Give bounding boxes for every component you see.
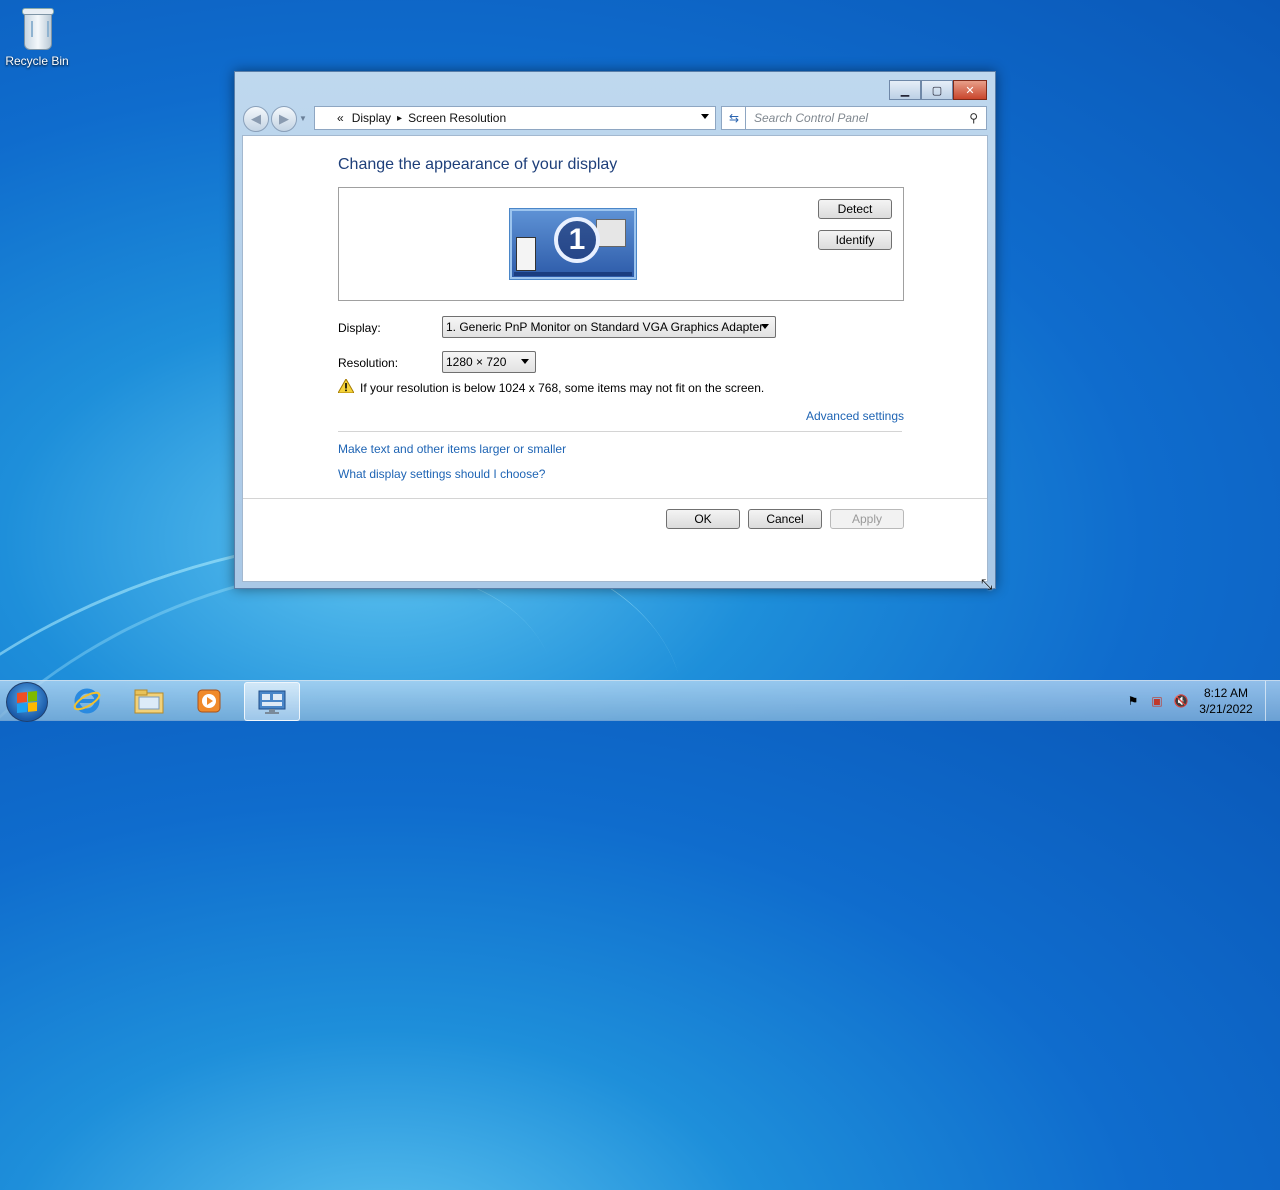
address-bar[interactable]: « Display ▸ Screen Resolution bbox=[314, 106, 716, 130]
resolution-select-value: 1280 × 720 bbox=[446, 355, 507, 369]
search-box[interactable]: Search Control Panel ⚲ bbox=[745, 106, 987, 130]
window-controls: ▁ ▢ ✕ bbox=[889, 80, 987, 100]
monitor-number: 1 bbox=[554, 217, 600, 263]
recycle-bin-shortcut[interactable]: Recycle Bin bbox=[4, 6, 70, 68]
taskbar-file-explorer[interactable] bbox=[122, 682, 176, 719]
display-help-link[interactable]: What display settings should I choose? bbox=[338, 467, 545, 481]
maximize-button[interactable]: ▢ bbox=[921, 80, 953, 100]
close-button[interactable]: ✕ bbox=[953, 80, 987, 100]
windows-logo-icon bbox=[17, 690, 37, 714]
page-title: Change the appearance of your display bbox=[338, 156, 618, 173]
resize-cursor-icon: ⤡ bbox=[981, 576, 993, 592]
display-select-value: 1. Generic PnP Monitor on Standard VGA G… bbox=[446, 320, 764, 334]
warning-icon bbox=[338, 379, 354, 393]
advanced-settings-link[interactable]: Advanced settings bbox=[806, 409, 904, 423]
display-label: Display: bbox=[338, 321, 381, 335]
start-button[interactable] bbox=[6, 682, 48, 722]
navigation-bar: ◀ ▶ ▼ « Display ▸ Screen Resolution ⇆ Se… bbox=[243, 105, 987, 132]
chevron-down-icon bbox=[761, 324, 769, 329]
folder-icon bbox=[134, 689, 164, 713]
chevron-down-icon: ▼ bbox=[299, 114, 307, 123]
resolution-select[interactable]: 1280 × 720 bbox=[442, 351, 536, 373]
breadcrumb-display[interactable]: Display bbox=[352, 111, 391, 125]
taskbar: ⚑ ▣ 🔇 8:12 AM 3/21/2022 bbox=[0, 680, 1280, 722]
arrow-left-icon: ◀ bbox=[251, 111, 261, 126]
taskbar-internet-explorer[interactable] bbox=[60, 682, 114, 719]
refresh-icon: ⇆ bbox=[728, 111, 740, 125]
cancel-button[interactable]: Cancel bbox=[748, 509, 822, 529]
media-player-icon bbox=[197, 689, 221, 712]
volume-muted-icon[interactable]: 🔇 bbox=[1171, 691, 1191, 711]
display-select[interactable]: 1. Generic PnP Monitor on Standard VGA G… bbox=[442, 316, 776, 338]
recycle-bin-label: Recycle Bin bbox=[5, 54, 69, 68]
taskbar-media-player[interactable] bbox=[182, 682, 236, 719]
close-icon: ✕ bbox=[965, 84, 975, 97]
content-pane: Change the appearance of your display 1 … bbox=[242, 135, 988, 582]
breadcrumb-separator-icon[interactable]: ▸ bbox=[397, 113, 402, 124]
footer-divider bbox=[243, 498, 987, 499]
text-size-link[interactable]: Make text and other items larger or smal… bbox=[338, 442, 566, 456]
forward-button[interactable]: ▶ bbox=[271, 106, 297, 132]
breadcrumb-screen-resolution[interactable]: Screen Resolution bbox=[408, 111, 506, 125]
action-center-flag-icon[interactable]: ⚑ bbox=[1123, 691, 1143, 711]
arrow-right-icon: ▶ bbox=[279, 111, 289, 126]
monitor-arrangement-area: 1 Detect Identify bbox=[338, 187, 904, 301]
resolution-label: Resolution: bbox=[338, 356, 399, 370]
display-settings-icon bbox=[258, 690, 286, 714]
recycle-bin-icon bbox=[20, 6, 54, 50]
show-desktop-button[interactable] bbox=[1265, 681, 1280, 721]
apply-button[interactable]: Apply bbox=[830, 509, 904, 529]
clock[interactable]: 8:12 AM 3/21/2022 bbox=[1193, 685, 1259, 717]
ok-button[interactable]: OK bbox=[666, 509, 740, 529]
chevron-double-left-icon[interactable]: « bbox=[337, 111, 344, 125]
detect-button[interactable]: Detect bbox=[818, 199, 892, 219]
minimize-icon: ▁ bbox=[900, 84, 910, 97]
search-input[interactable]: Search Control Panel bbox=[754, 111, 969, 125]
internet-explorer-icon bbox=[73, 688, 101, 713]
resolution-warning-text: If your resolution is below 1024 x 768, … bbox=[360, 381, 765, 395]
recent-pages-dropdown[interactable]: ▼ bbox=[299, 114, 307, 123]
clock-date: 3/21/2022 bbox=[1199, 702, 1253, 716]
address-dropdown-icon[interactable] bbox=[701, 114, 709, 119]
taskbar-control-panel-display[interactable] bbox=[244, 682, 300, 721]
system-tray: ⚑ ▣ 🔇 8:12 AM 3/21/2022 bbox=[1121, 681, 1280, 721]
search-icon[interactable]: ⚲ bbox=[969, 111, 978, 125]
screen-resolution-window: ▁ ▢ ✕ ◀ ▶ ▼ « Display ▸ Screen Resolutio… bbox=[234, 71, 996, 589]
clock-time: 8:12 AM bbox=[1203, 686, 1249, 700]
maximize-icon: ▢ bbox=[931, 84, 943, 97]
minimize-button[interactable]: ▁ bbox=[889, 80, 921, 100]
chevron-down-icon bbox=[521, 359, 529, 364]
divider bbox=[338, 431, 902, 432]
identify-button[interactable]: Identify bbox=[818, 230, 892, 250]
refresh-button[interactable]: ⇆ bbox=[721, 106, 747, 130]
monitor-1-icon[interactable]: 1 bbox=[509, 208, 637, 280]
back-button[interactable]: ◀ bbox=[243, 106, 269, 132]
network-disconnected-icon[interactable]: ▣ bbox=[1147, 691, 1167, 711]
